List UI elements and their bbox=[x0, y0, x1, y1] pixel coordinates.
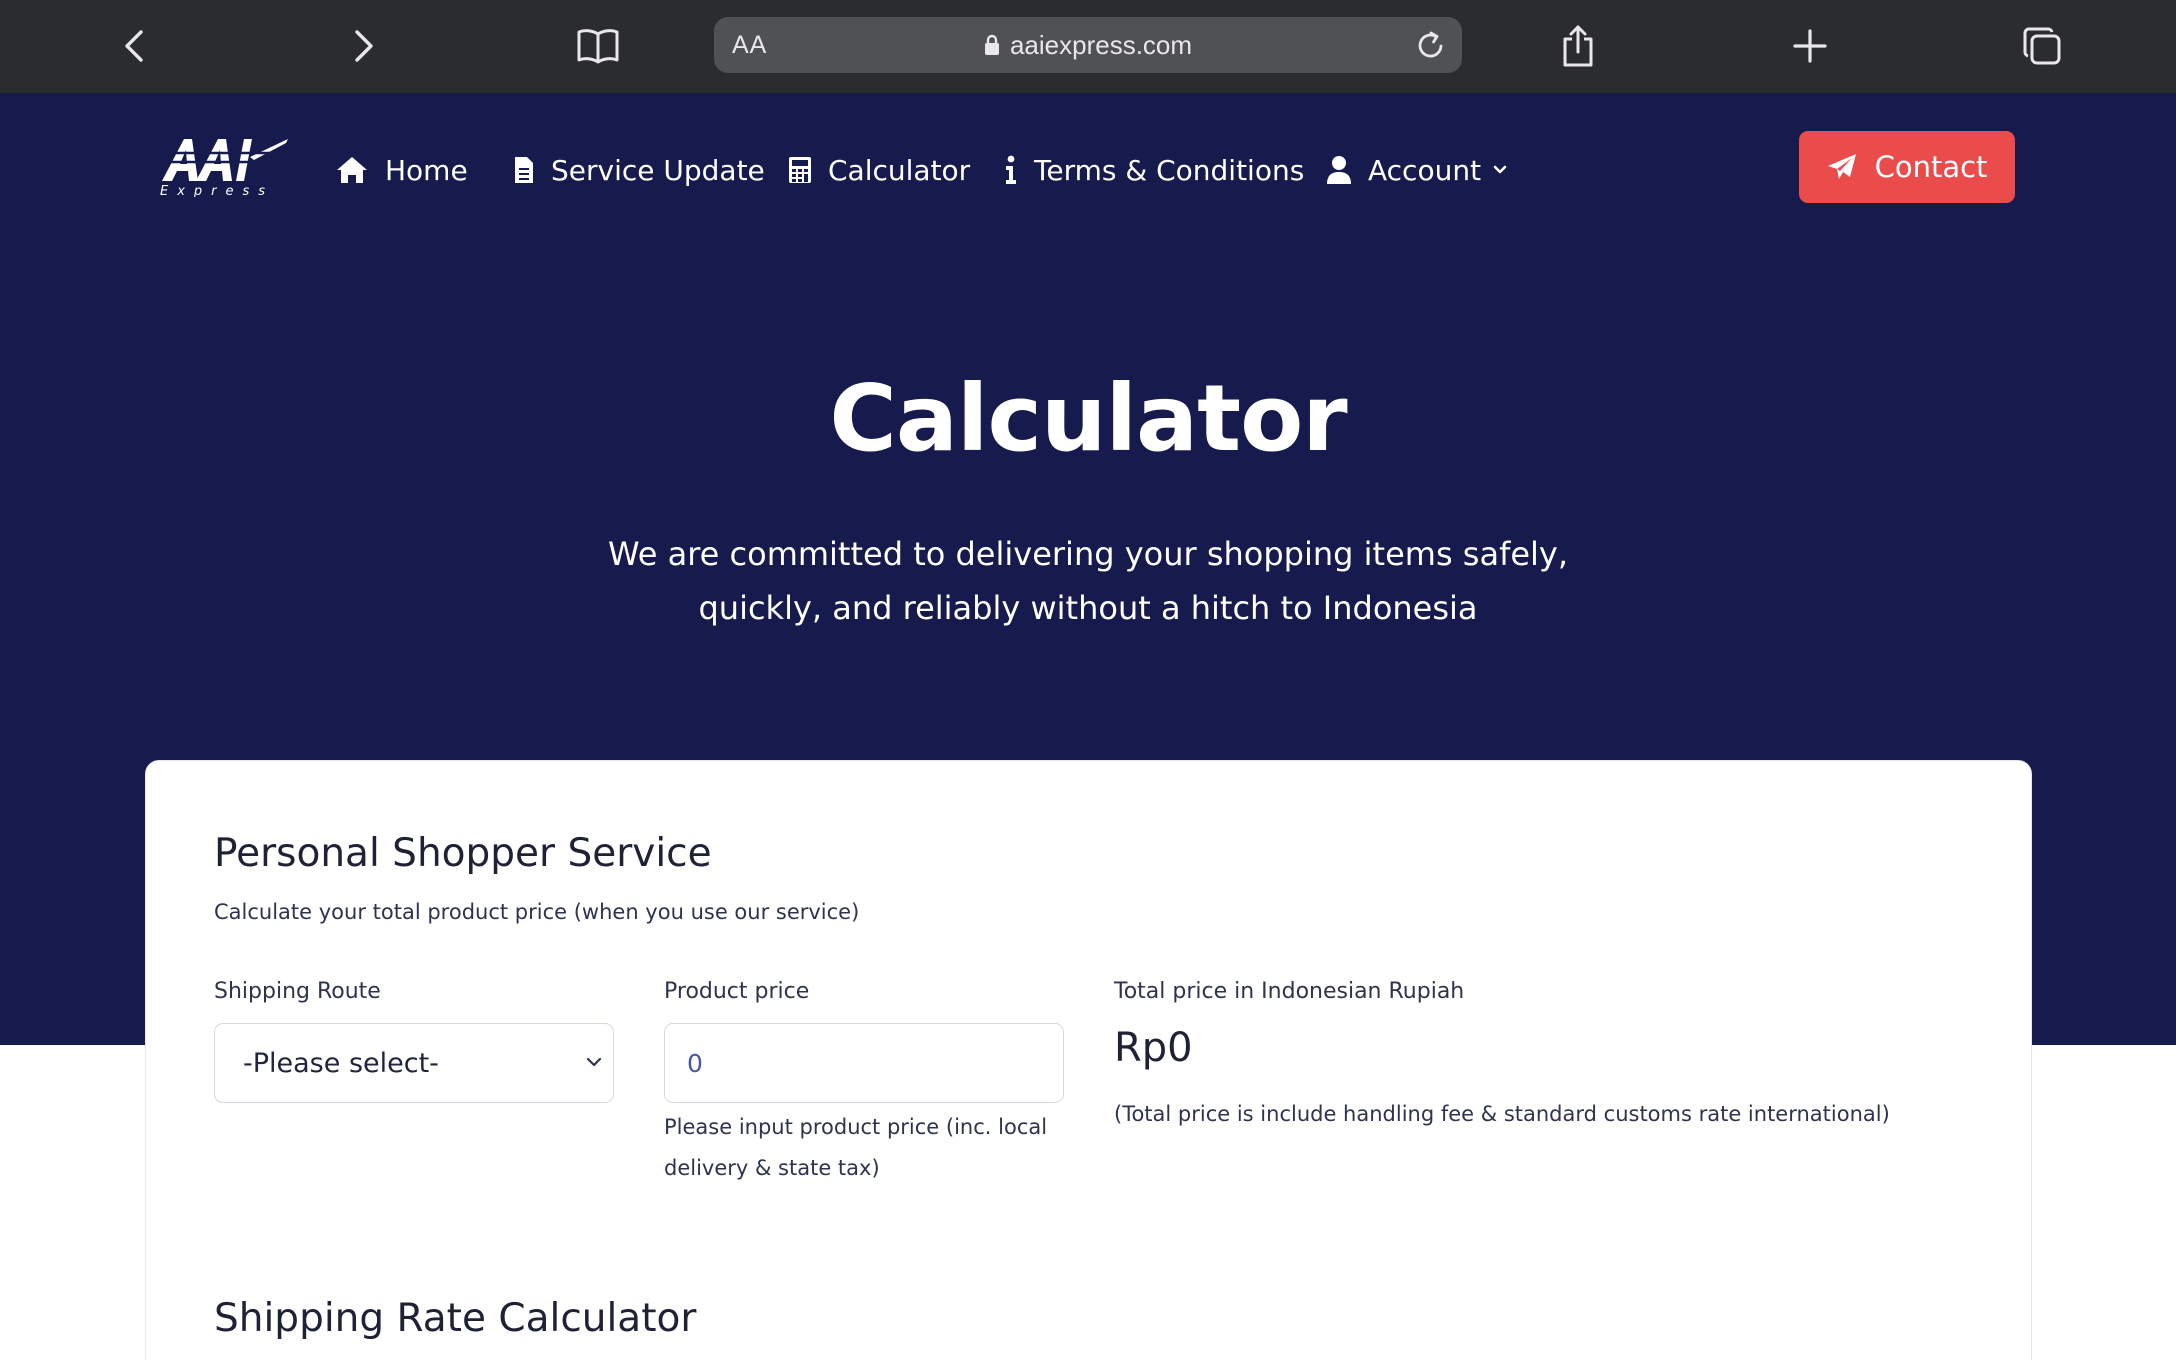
user-icon bbox=[1326, 155, 1352, 185]
logo-subtext: Express bbox=[160, 184, 274, 197]
product-price-help: Please input product price (inc. local d… bbox=[664, 1115, 1048, 1180]
url-text: aaiexpress.com bbox=[1009, 30, 1193, 60]
nav-terms-label: Terms & Conditions bbox=[1034, 153, 1305, 187]
reload-icon[interactable] bbox=[1414, 28, 1448, 62]
share-icon[interactable] bbox=[1548, 16, 1608, 76]
nav-calculator[interactable]: Calculator bbox=[788, 148, 970, 192]
contact-button-label: Contact bbox=[1874, 150, 1988, 184]
shipping-rate-title: Shipping Rate Calculator bbox=[214, 1296, 697, 1341]
calculator-card: Personal Shopper Service Calculate your … bbox=[145, 760, 2032, 1360]
page-subtitle-line-1: We are committed to delivering your shop… bbox=[607, 535, 1569, 573]
product-price-input[interactable] bbox=[664, 1023, 1064, 1103]
calculator-icon bbox=[788, 155, 812, 185]
total-price-note: (Total price is include handling fee & s… bbox=[1114, 1102, 1890, 1126]
shipping-route-select[interactable]: -Please select- bbox=[214, 1023, 614, 1103]
browser-toolbar: AA aaiexpress.com bbox=[0, 0, 2176, 93]
new-tab-icon[interactable] bbox=[1780, 16, 1840, 76]
nav-home[interactable]: Home bbox=[335, 148, 468, 192]
chevron-down-icon bbox=[1493, 165, 1507, 175]
address-bar[interactable]: AA aaiexpress.com bbox=[714, 17, 1462, 73]
contact-button[interactable]: Contact bbox=[1799, 131, 2015, 203]
aai-express-logo[interactable]: Express bbox=[158, 133, 288, 199]
shipping-route-label: Shipping Route bbox=[214, 979, 381, 1004]
nav-terms[interactable]: Terms & Conditions bbox=[1004, 148, 1304, 192]
nav-home-label: Home bbox=[385, 153, 468, 187]
paper-plane-icon bbox=[1827, 153, 1857, 181]
nav-calculator-label: Calculator bbox=[828, 153, 971, 187]
info-icon bbox=[1004, 155, 1018, 185]
page-title: Calculator bbox=[829, 365, 1347, 472]
document-icon bbox=[513, 155, 535, 185]
url-display[interactable]: aaiexpress.com bbox=[714, 30, 1462, 63]
total-price-label: Total price in Indonesian Rupiah bbox=[1114, 979, 1465, 1004]
home-icon bbox=[335, 155, 369, 185]
chevron-down-icon bbox=[585, 1054, 603, 1073]
site-navbar: Express Home Service Update Calculator T… bbox=[0, 93, 2176, 243]
lock-icon bbox=[984, 32, 1000, 63]
nav-service-update[interactable]: Service Update bbox=[513, 148, 765, 192]
page-subtitle: We are committed to delivering your shop… bbox=[538, 527, 1638, 635]
page-subtitle-line-2: quickly, and reliably without a hitch to… bbox=[698, 589, 1478, 627]
forward-icon[interactable] bbox=[334, 16, 394, 76]
nav-account[interactable]: Account bbox=[1326, 148, 1507, 192]
product-price-label: Product price bbox=[664, 979, 810, 1004]
personal-shopper-title: Personal Shopper Service bbox=[214, 831, 712, 876]
nav-service-update-label: Service Update bbox=[551, 153, 765, 187]
tabs-icon[interactable] bbox=[2012, 16, 2072, 76]
nav-account-label: Account bbox=[1368, 153, 1482, 187]
shipping-route-value: -Please select- bbox=[243, 1048, 439, 1079]
bookmarks-icon[interactable] bbox=[568, 16, 628, 76]
total-price-value: Rp0 bbox=[1114, 1025, 1193, 1071]
personal-shopper-description: Calculate your total product price (when… bbox=[214, 900, 860, 924]
back-icon[interactable] bbox=[104, 16, 164, 76]
